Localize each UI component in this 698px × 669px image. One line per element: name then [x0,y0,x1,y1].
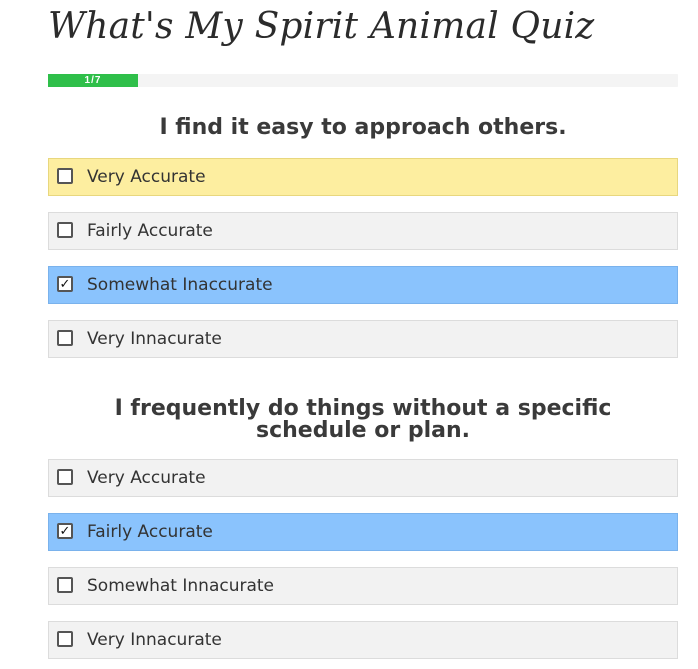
checkbox-checked-icon[interactable]: ✓ [57,276,73,292]
q1-option-very-innacurate[interactable]: Very Innacurate [48,320,678,358]
progress-fill: 1/7 [48,74,138,87]
progress-bar: 1/7 [48,74,678,87]
q2-option-very-accurate[interactable]: Very Accurate [48,459,678,497]
option-label: Very Accurate [87,167,206,187]
checkbox-empty-icon[interactable] [57,222,73,238]
option-label: Somewhat Innacurate [87,576,275,596]
checkbox-empty-icon[interactable] [57,330,73,346]
q1-option-very-accurate[interactable]: Very Accurate [48,158,678,196]
q2-option-somewhat-innacurate[interactable]: Somewhat Innacurate [48,567,678,605]
q1-option-somewhat-inaccurate[interactable]: ✓ Somewhat Inaccurate [48,266,678,304]
checkbox-checked-icon[interactable]: ✓ [57,523,73,539]
checkbox-empty-icon[interactable] [57,577,73,593]
q2-option-very-innacurate[interactable]: Very Innacurate [48,621,678,659]
checkbox-empty-icon[interactable] [57,168,73,184]
option-label: Fairly Accurate [87,522,213,542]
question-1-text: I find it easy to approach others. [159,115,567,140]
checkbox-empty-icon[interactable] [57,469,73,485]
option-label: Somewhat Inaccurate [87,275,273,295]
q1-option-fairly-accurate[interactable]: Fairly Accurate [48,212,678,250]
q2-option-fairly-accurate[interactable]: ✓ Fairly Accurate [48,513,678,551]
option-label: Very Innacurate [87,329,222,349]
quiz-title: What's My Spirit Animal Quiz [48,6,595,47]
checkbox-empty-icon[interactable] [57,631,73,647]
option-label: Fairly Accurate [87,221,213,241]
option-label: Very Accurate [87,468,206,488]
question-2-text: I frequently do things without a specifi… [114,396,612,443]
option-label: Very Innacurate [87,630,222,650]
